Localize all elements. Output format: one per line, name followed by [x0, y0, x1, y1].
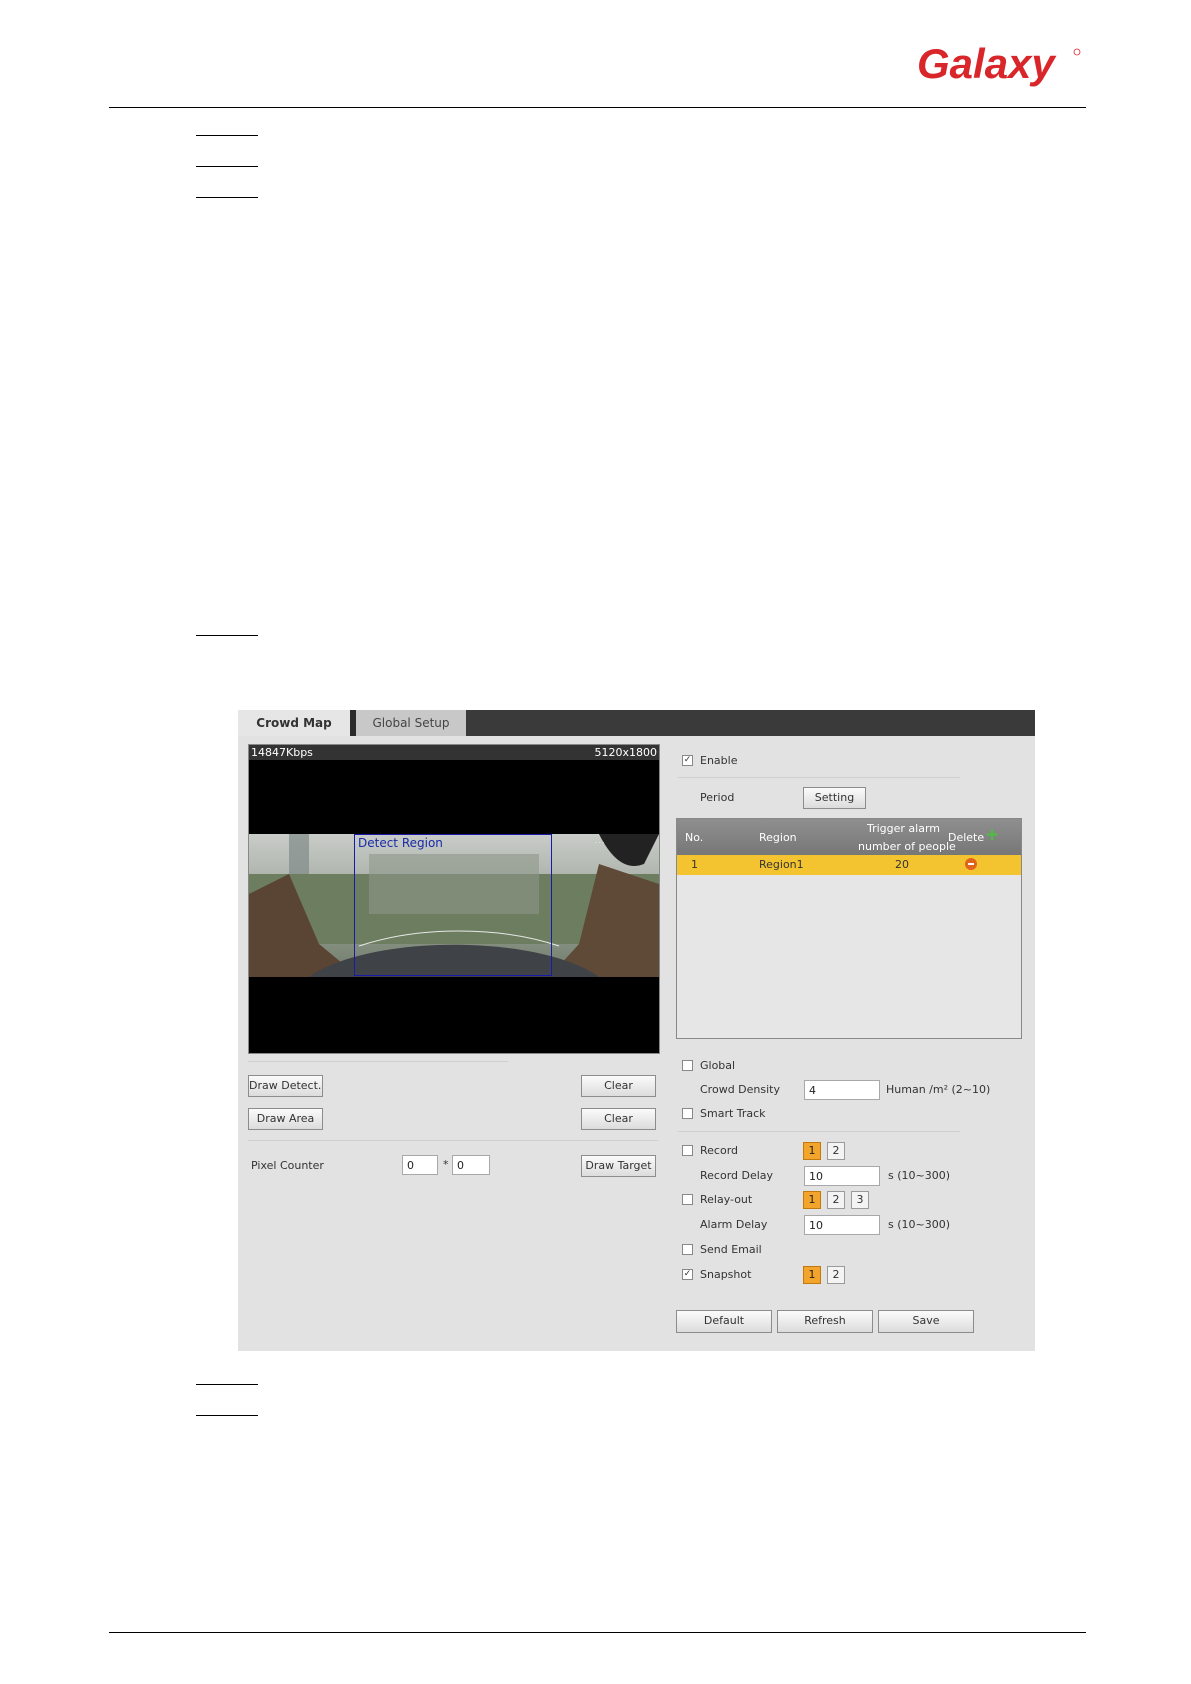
crowd-density-input[interactable]	[804, 1080, 880, 1100]
record-checkbox[interactable]	[682, 1145, 693, 1156]
refresh-button[interactable]: Refresh	[777, 1310, 873, 1333]
step-marker	[196, 1384, 258, 1385]
divider	[678, 1131, 960, 1132]
galaxy-logo: Galaxy	[915, 40, 1085, 95]
snapshot-channel-1[interactable]: 1	[803, 1266, 821, 1284]
alarm-delay-unit: s (10~300)	[888, 1218, 951, 1231]
footer-rule	[109, 1632, 1086, 1633]
detect-region-label: Detect Region	[358, 836, 443, 850]
divider	[248, 1061, 508, 1062]
clear-area-button[interactable]: Clear	[581, 1108, 656, 1130]
resolution-text: 5120x1800	[594, 746, 658, 759]
table-header: No. Region Trigger alarm number of peopl…	[677, 819, 1021, 855]
col-no: No.	[685, 831, 704, 844]
record-label: Record	[700, 1144, 739, 1157]
record-delay-unit: s (10~300)	[888, 1169, 951, 1182]
alarm-delay-label: Alarm Delay	[700, 1218, 768, 1231]
send-email-checkbox[interactable]	[682, 1244, 693, 1255]
tab-bar: Crowd Map Global Setup	[238, 710, 1035, 736]
snapshot-checkbox[interactable]: ✓	[682, 1269, 693, 1280]
tab-global-setup[interactable]: Global Setup	[356, 710, 466, 736]
video-status-bar: 14847Kbps 5120x1800	[249, 745, 659, 760]
smart-track-label: Smart Track	[700, 1107, 766, 1120]
global-label: Global	[700, 1059, 736, 1072]
col-trigger: Trigger alarm	[867, 822, 941, 835]
row-region: Region1	[759, 858, 804, 871]
col-trigger-sub: number of people	[858, 840, 956, 853]
step-marker	[196, 135, 258, 136]
table-row[interactable]: 1 Region1 20	[677, 855, 1021, 875]
send-email-label: Send Email	[700, 1243, 762, 1256]
step-marker	[196, 635, 258, 636]
relay-channel-3[interactable]: 3	[851, 1191, 869, 1209]
bitrate-text: 14847Kbps	[251, 746, 313, 759]
header-rule	[109, 107, 1086, 108]
col-region: Region	[759, 831, 797, 844]
video-preview[interactable]: 14847Kbps 5120x1800 · · · Detect Region	[248, 744, 660, 1054]
save-button[interactable]: Save	[878, 1310, 974, 1333]
default-button[interactable]: Default	[676, 1310, 772, 1333]
relay-channel-1[interactable]: 1	[803, 1191, 821, 1209]
relay-out-label: Relay-out	[700, 1193, 753, 1206]
smart-track-checkbox[interactable]	[682, 1108, 693, 1119]
region-table: No. Region Trigger alarm number of peopl…	[676, 818, 1022, 1039]
record-delay-input[interactable]	[804, 1166, 880, 1186]
enable-checkbox[interactable]: ✓	[682, 755, 693, 766]
draw-detect-button[interactable]: Draw Detect...	[248, 1075, 323, 1097]
snapshot-label: Snapshot	[700, 1268, 752, 1281]
relay-out-checkbox[interactable]	[682, 1194, 693, 1205]
crowd-map-panel: Crowd Map Global Setup 14847Kbps 5120x18…	[238, 710, 1035, 1351]
period-label: Period	[700, 791, 735, 804]
crowd-density-label: Crowd Density	[700, 1083, 780, 1096]
row-trigger: 20	[895, 858, 909, 871]
delete-icon[interactable]	[965, 858, 977, 870]
global-checkbox[interactable]	[682, 1060, 693, 1071]
record-channel-2[interactable]: 2	[827, 1142, 845, 1160]
record-delay-label: Record Delay	[700, 1169, 774, 1182]
row-no: 1	[691, 858, 698, 871]
enable-label: Enable	[700, 754, 738, 767]
pixel-counter-label: Pixel Counter	[251, 1159, 324, 1172]
pixel-separator: *	[443, 1158, 449, 1171]
detect-region-box[interactable]: Detect Region	[354, 834, 552, 976]
snapshot-channel-2[interactable]: 2	[827, 1266, 845, 1284]
draw-target-button[interactable]: Draw Target	[581, 1155, 656, 1177]
period-setting-button[interactable]: Setting	[803, 787, 866, 809]
step-marker	[196, 166, 258, 167]
relay-channel-2[interactable]: 2	[827, 1191, 845, 1209]
step-marker	[196, 197, 258, 198]
logo-text: Galaxy	[917, 42, 1057, 87]
osd-timestamp: · · ·	[595, 840, 605, 847]
pixel-width-input[interactable]	[402, 1155, 438, 1175]
step-marker	[196, 1415, 258, 1416]
record-channel-1[interactable]: 1	[803, 1142, 821, 1160]
divider	[678, 777, 960, 778]
col-delete: Delete	[948, 831, 985, 844]
tab-crowd-map[interactable]: Crowd Map	[238, 710, 350, 736]
pixel-height-input[interactable]	[452, 1155, 490, 1175]
add-icon[interactable]: +	[985, 825, 999, 845]
clear-detect-button[interactable]: Clear	[581, 1075, 656, 1097]
draw-area-button[interactable]: Draw Area	[248, 1108, 323, 1130]
divider	[248, 1140, 658, 1141]
panorama-image: · · · Detect Region	[249, 834, 659, 977]
alarm-delay-input[interactable]	[804, 1215, 880, 1235]
crowd-density-unit: Human /m² (2~10)	[886, 1083, 991, 1096]
